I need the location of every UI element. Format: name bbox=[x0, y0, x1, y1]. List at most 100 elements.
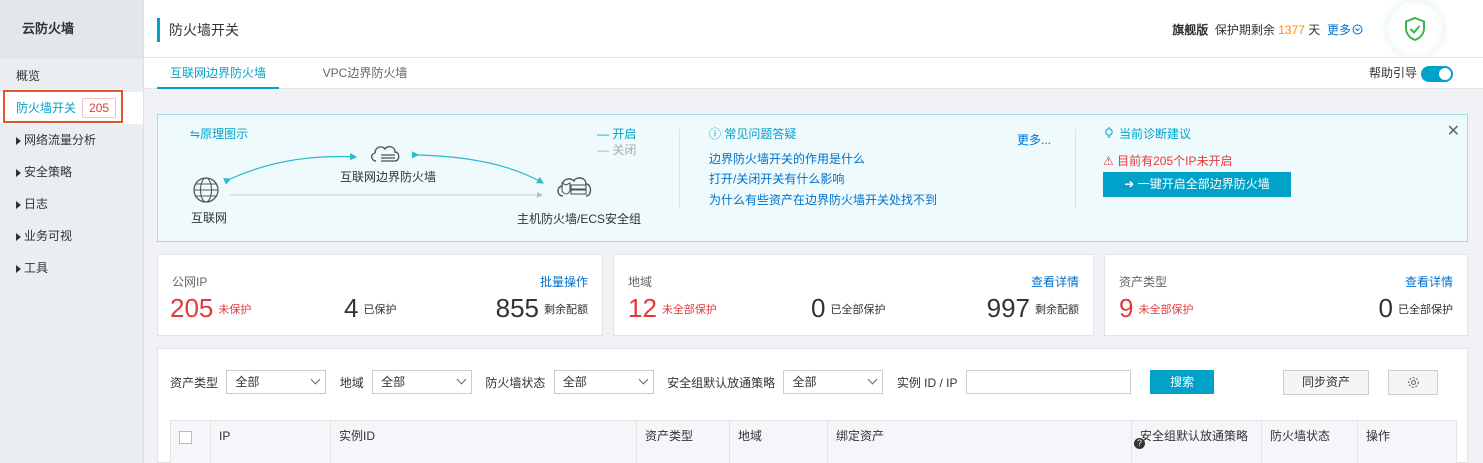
active-item-highlight bbox=[3, 90, 123, 123]
settings-button[interactable] bbox=[1388, 370, 1438, 395]
asset-list-panel: 资产类型 全部 地域 全部 防火墙状态 全部 安全组默认放通策略 全部 实例 I… bbox=[157, 348, 1468, 463]
diagnosis-warning: ⚠ 目前有205个IP未开启 bbox=[1103, 154, 1233, 168]
filter-label: 资产类型 bbox=[170, 375, 219, 390]
stat-remaining: 855 剩余配额 bbox=[496, 293, 588, 324]
stat-protected: 4 已保护 bbox=[344, 293, 396, 324]
faq-title: ⓘ 常见问题答疑 bbox=[709, 127, 797, 141]
column-header[interactable]: 防火墙状态 bbox=[1262, 421, 1358, 463]
stat-label: 未全部保护 bbox=[661, 303, 717, 316]
select-value: 全部 bbox=[792, 375, 817, 389]
sidebar-item-tools[interactable]: 工具 bbox=[0, 252, 143, 284]
help-guide: 帮助引导 bbox=[1369, 65, 1453, 82]
stat-unprotected: 12 未全部保护 bbox=[628, 293, 717, 324]
batch-operation-link[interactable]: 批量操作 bbox=[540, 273, 588, 290]
column-header[interactable]: 实例ID bbox=[331, 421, 637, 463]
tab-vpc-firewall[interactable]: VPC边界防火墙 bbox=[310, 58, 420, 89]
sidebar-item-label: 业务可视 bbox=[24, 229, 73, 243]
close-icon[interactable]: ✕ bbox=[1447, 121, 1460, 141]
caret-right-icon bbox=[16, 232, 21, 241]
caret-right-icon bbox=[16, 264, 21, 273]
view-details-link[interactable]: 查看详情 bbox=[1031, 273, 1079, 290]
diagnosis-warning-label: 目前有205个IP未开启 bbox=[1117, 154, 1233, 168]
column-header[interactable]: 资产类型 bbox=[637, 421, 730, 463]
question-icon[interactable]: ? bbox=[1134, 438, 1145, 449]
help-guide-toggle[interactable] bbox=[1421, 65, 1453, 82]
stat-remaining: 997 剩余配额 bbox=[987, 293, 1079, 324]
stat-label: 已全部保护 bbox=[830, 303, 886, 316]
caret-right-icon bbox=[16, 168, 21, 177]
caret-right-icon bbox=[16, 136, 21, 145]
instance-id-input[interactable] bbox=[965, 370, 1131, 394]
filter-label: 防火墙状态 bbox=[485, 375, 546, 390]
stat-value: 9 bbox=[1119, 293, 1134, 323]
select-value: 全部 bbox=[562, 375, 587, 389]
faq-link[interactable]: 打开/关闭开关有什么影响 bbox=[709, 170, 844, 187]
chevron-down-icon bbox=[456, 374, 467, 385]
host-server-icon bbox=[557, 177, 592, 197]
more-link-label: 更多 bbox=[1326, 23, 1351, 37]
stat-label: 剩余配额 bbox=[1035, 303, 1079, 316]
stat-value: 205 bbox=[170, 293, 214, 323]
region-card: 地域 查看详情 12 未全部保护 0 已全部保护 997 剩余配额 bbox=[613, 254, 1094, 336]
caret-right-icon bbox=[16, 200, 21, 209]
chevron-down-icon bbox=[638, 374, 649, 385]
enable-all-firewall-button[interactable]: ➜ 一键开启全部边界防火墙 bbox=[1103, 172, 1291, 197]
public-ip-card: 公网IP 批量操作 205 未保护 4 已保护 855 剩余配额 bbox=[157, 254, 603, 336]
sidebar-item-label: 概览 bbox=[16, 69, 41, 83]
remaining-days: 1377 bbox=[1278, 23, 1305, 37]
tab-internet-firewall[interactable]: 互联网边界防火墙 bbox=[157, 58, 279, 89]
sidebar-item-business-visual[interactable]: 业务可视 bbox=[0, 220, 143, 252]
node-firewall-label: 互联网边界防火墙 bbox=[340, 170, 437, 184]
stat-value: 0 bbox=[1378, 293, 1393, 323]
region-select[interactable]: 全部 bbox=[372, 370, 473, 394]
separator bbox=[679, 129, 680, 209]
card-label: 地域 bbox=[628, 275, 653, 289]
column-header[interactable]: 安全组默认放通策略? bbox=[1132, 421, 1262, 463]
main-content: 防火墙开关 旗舰版 保护期剩余 1377 天 更多 互联网边界防火墙 VPC边界… bbox=[144, 0, 1483, 463]
sg-policy-select[interactable]: 全部 bbox=[783, 370, 884, 394]
card-label: 资产类型 bbox=[1119, 275, 1168, 289]
column-header[interactable]: 绑定资产 bbox=[828, 421, 1132, 463]
page-title: 防火墙开关 bbox=[157, 18, 239, 42]
faq-link[interactable]: 为什么有些资产在边界防火墙开关处找不到 bbox=[709, 191, 937, 208]
search-button[interactable]: 搜索 bbox=[1150, 370, 1215, 394]
more-link[interactable]: 更多 bbox=[1327, 23, 1363, 37]
stat-value: 0 bbox=[811, 293, 826, 323]
chevron-down-icon bbox=[868, 374, 878, 385]
faq-title-label: 常见问题答疑 bbox=[724, 127, 797, 141]
firewall-status-select[interactable]: 全部 bbox=[553, 370, 654, 394]
select-all-checkbox[interactable] bbox=[179, 431, 192, 444]
view-details-link[interactable]: 查看详情 bbox=[1405, 273, 1453, 290]
sidebar: 云防火墙 概览 防火墙开关 205 网络流量分析 安全策略 日志 业务可视 工具 bbox=[0, 0, 144, 463]
protection-status bbox=[1387, 1, 1443, 57]
stat-label: 已保护 bbox=[363, 303, 397, 316]
card-label: 公网IP bbox=[172, 275, 208, 289]
stat-label: 未保护 bbox=[218, 303, 252, 316]
asset-type-select[interactable]: 全部 bbox=[226, 370, 327, 394]
sidebar-item-traffic-analysis[interactable]: 网络流量分析 bbox=[0, 124, 143, 156]
days-unit: 天 bbox=[1308, 23, 1321, 37]
stat-label: 未全部保护 bbox=[1138, 303, 1194, 316]
sync-assets-button[interactable]: 同步资产 bbox=[1283, 370, 1369, 395]
separator bbox=[1075, 129, 1076, 209]
filter-label: 实例 ID / IP bbox=[896, 375, 958, 390]
chevron-down-icon bbox=[310, 374, 321, 385]
sidebar-item-logs[interactable]: 日志 bbox=[0, 188, 143, 220]
edition-label: 旗舰版 bbox=[1172, 23, 1209, 37]
sidebar-item-overview[interactable]: 概览 bbox=[0, 60, 143, 92]
help-guide-label: 帮助引导 bbox=[1368, 66, 1417, 80]
sidebar-item-label: 网络流量分析 bbox=[24, 133, 97, 147]
faq-link[interactable]: 边界防火墙开关的作用是什么 bbox=[709, 150, 865, 167]
info-panel: ⇋原理图示 — 开启 — 关闭 互联网 互联网边界防火墙 主机防火墙/ECS安全… bbox=[157, 114, 1468, 242]
cloud-firewall-icon bbox=[371, 145, 400, 162]
stat-value: 997 bbox=[986, 293, 1030, 323]
enable-all-firewall-label: 一键开启全部边界防火墙 bbox=[1137, 177, 1270, 191]
diagnosis-title: 当前诊断建议 bbox=[1103, 125, 1191, 142]
faq-more-link[interactable]: 更多... bbox=[1017, 131, 1051, 148]
stat-label: 剩余配额 bbox=[544, 303, 588, 316]
stat-value: 12 bbox=[628, 293, 657, 323]
column-header[interactable]: IP bbox=[211, 421, 331, 463]
sidebar-item-label: 日志 bbox=[24, 197, 49, 211]
sidebar-item-security-policy[interactable]: 安全策略 bbox=[0, 156, 143, 188]
column-header[interactable]: 地域 bbox=[730, 421, 828, 463]
